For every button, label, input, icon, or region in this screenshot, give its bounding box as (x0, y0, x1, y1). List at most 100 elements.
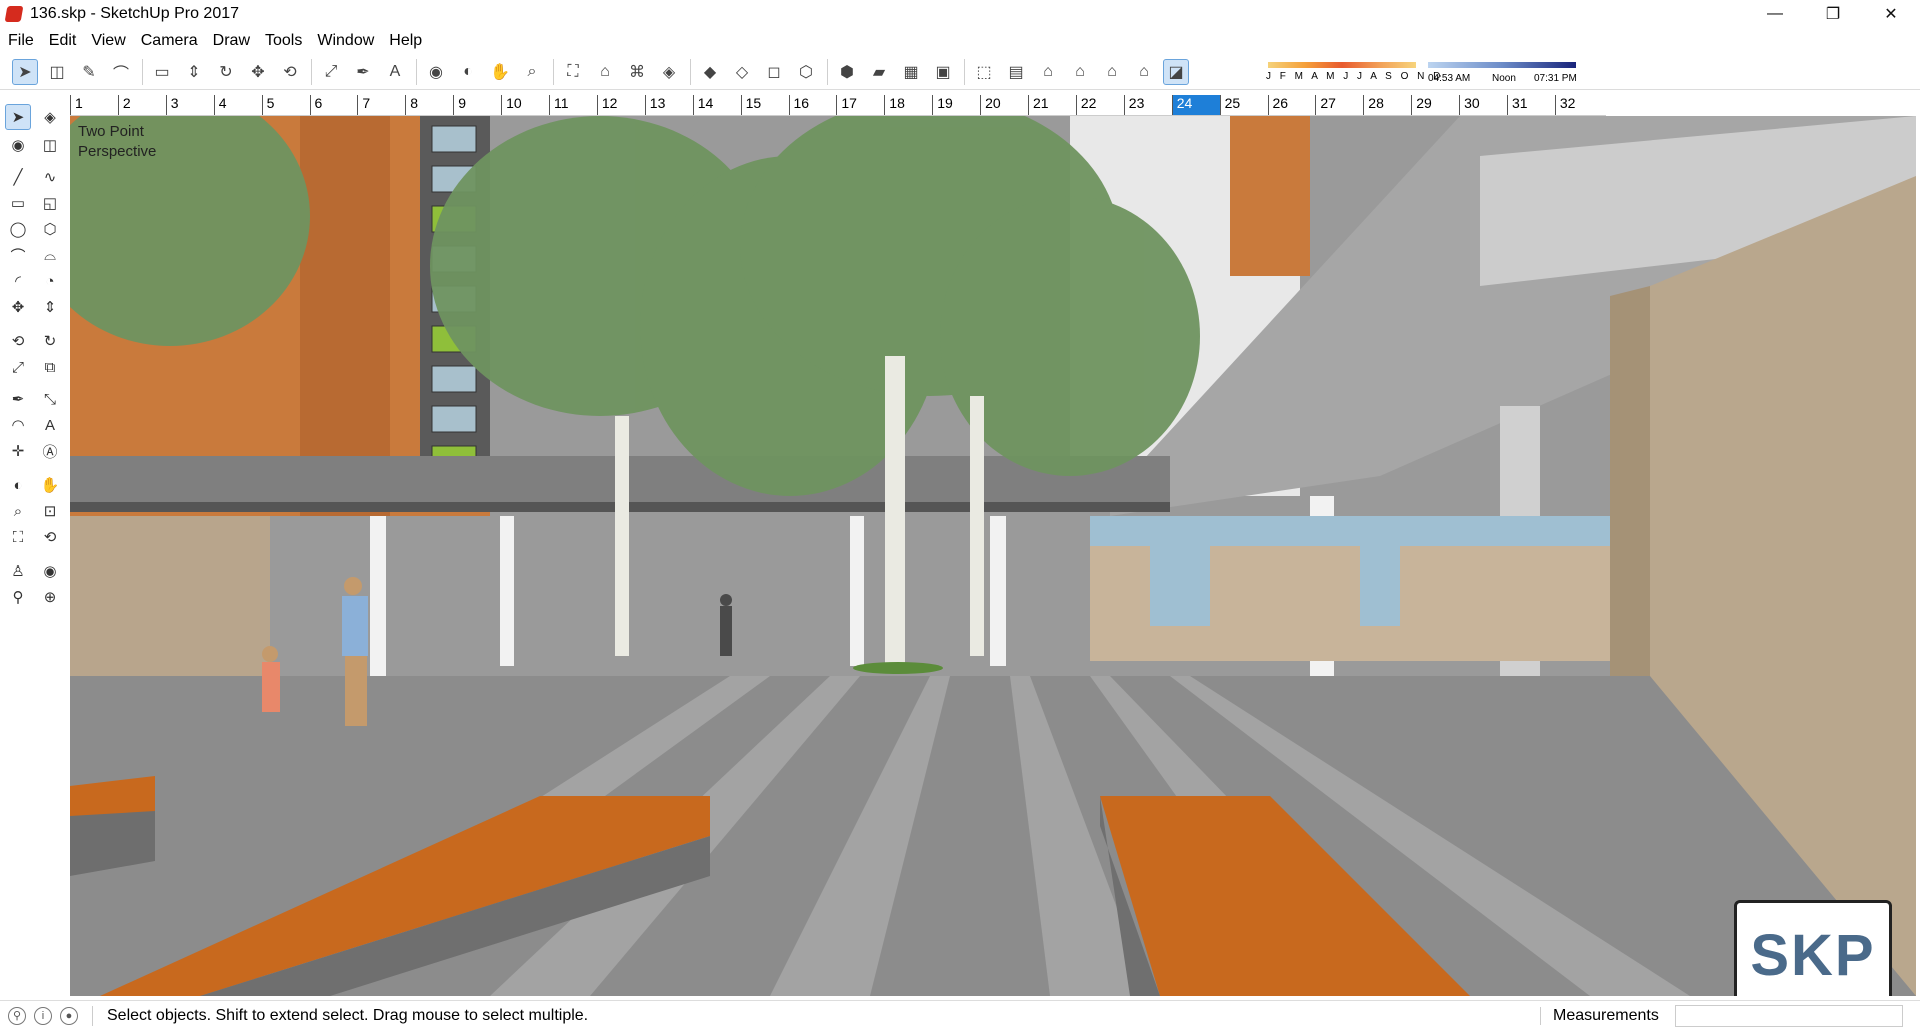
menu-window[interactable]: Window (317, 30, 374, 52)
paint-bucket-icon[interactable]: ◉ (423, 59, 449, 85)
ruler-tab-24[interactable]: 24 (1171, 95, 1220, 115)
axes-icon[interactable]: ✛ (5, 438, 31, 464)
xray-icon[interactable]: ◇ (729, 59, 755, 85)
model-viewport[interactable]: Two Point Perspective SKP (70, 116, 1916, 996)
ruler-tab-18[interactable]: 18 (884, 95, 932, 115)
ruler-tab-1[interactable]: 1 (70, 95, 118, 115)
pan-icon[interactable]: ✋ (487, 59, 513, 85)
iso-view-icon[interactable]: ⬚ (971, 59, 997, 85)
rotated-rectangle-icon[interactable]: ◱ (37, 190, 63, 216)
ruler-tab-27[interactable]: 27 (1315, 95, 1363, 115)
arc-icon[interactable]: ⌒ (108, 59, 134, 85)
tape-measure-icon[interactable]: ✒ (5, 386, 31, 412)
minimize-button[interactable]: — (1746, 0, 1804, 28)
eraser-icon[interactable]: ◫ (44, 59, 70, 85)
ruler-tab-22[interactable]: 22 (1075, 95, 1124, 115)
hidden-line-icon[interactable]: ⬢ (834, 59, 860, 85)
freehand-icon[interactable]: ∿ (37, 164, 63, 190)
zoom-icon[interactable]: ⌕ (519, 59, 545, 85)
ruler-tab-10[interactable]: 10 (501, 95, 549, 115)
front-view-icon[interactable]: ⌂ (1035, 59, 1061, 85)
shaded-icon[interactable]: ▰ (866, 59, 892, 85)
zoom-icon[interactable]: ⌕ (5, 498, 31, 524)
ruler-tab-12[interactable]: 12 (596, 95, 645, 115)
ruler-tab-3[interactable]: 3 (165, 95, 214, 115)
model-scene[interactable] (70, 116, 1916, 996)
line-icon[interactable]: ╱ (5, 164, 31, 190)
extension-warehouse-icon[interactable]: ⌘ (624, 59, 650, 85)
zoom-extents-icon[interactable]: ⛶ (5, 524, 31, 550)
ruler-tab-5[interactable]: 5 (261, 95, 310, 115)
pie-icon[interactable]: ◔ (37, 268, 63, 294)
dimension-icon[interactable]: ⤡ (37, 386, 63, 412)
select-icon[interactable]: ➤ (5, 104, 31, 130)
ruler-tab-14[interactable]: 14 (692, 95, 741, 115)
wireframe-icon[interactable]: ⬡ (793, 59, 819, 85)
left-view-icon[interactable]: ⌂ (1131, 59, 1157, 85)
follow-me-icon[interactable]: ↻ (213, 59, 239, 85)
push-pull-icon[interactable]: ⇕ (181, 59, 207, 85)
rotate-icon[interactable]: ⟲ (277, 59, 303, 85)
ruler-tab-20[interactable]: 20 (980, 95, 1028, 115)
eraser-icon[interactable]: ◫ (37, 132, 63, 158)
zoom-extents-icon[interactable]: ⛶ (560, 59, 586, 85)
ruler-tab-6[interactable]: 6 (309, 95, 358, 115)
tape-measure-icon[interactable]: ✒ (350, 59, 376, 85)
maximize-button[interactable]: ❐ (1804, 0, 1862, 28)
ruler-tab-11[interactable]: 11 (549, 95, 597, 115)
arc-icon[interactable]: ⌒ (5, 242, 31, 268)
menu-help[interactable]: Help (389, 30, 422, 52)
menu-tools[interactable]: Tools (265, 30, 302, 52)
back-view-icon[interactable]: ⌂ (1099, 59, 1125, 85)
time-slider[interactable] (1428, 62, 1576, 68)
geo-location-icon[interactable]: ⚲ (8, 1006, 26, 1025)
push-pull-icon[interactable]: ⇕ (37, 294, 63, 320)
shadows-icon[interactable]: ◪ (1163, 58, 1189, 85)
back-edges-icon[interactable]: ◻ (761, 59, 787, 85)
ruler-tab-25[interactable]: 25 (1219, 95, 1268, 115)
menu-edit[interactable]: Edit (49, 30, 77, 52)
monochrome-icon[interactable]: ▣ (930, 59, 956, 85)
protractor-icon[interactable]: ◠ (5, 412, 31, 438)
rotate-icon[interactable]: ⟲ (5, 328, 31, 354)
ruler-tab-32[interactable]: 32 (1554, 95, 1603, 115)
ruler-tab-2[interactable]: 2 (117, 95, 166, 115)
position-camera-icon[interactable]: ♙ (5, 558, 31, 584)
menu-draw[interactable]: Draw (213, 30, 250, 52)
warehouse-icon[interactable]: ⌂ (592, 59, 618, 85)
walk-icon[interactable]: ⚲ (5, 584, 31, 610)
ruler-tab-26[interactable]: 26 (1267, 95, 1316, 115)
shaded-textures-icon[interactable]: ▦ (898, 59, 924, 85)
rectangle-icon[interactable]: ▭ (149, 59, 175, 85)
date-slider[interactable] (1268, 62, 1416, 68)
move-icon[interactable]: ✥ (245, 59, 271, 85)
ruler-tab-7[interactable]: 7 (357, 95, 405, 115)
section-plane-icon[interactable]: ⊕ (37, 584, 63, 610)
offset-icon[interactable]: ⧉ (37, 354, 63, 380)
menu-view[interactable]: View (91, 30, 125, 52)
three-point-arc-icon[interactable]: ◜ (5, 268, 31, 294)
move-icon[interactable]: ✥ (5, 294, 31, 320)
user-icon[interactable]: ● (60, 1006, 78, 1025)
polygon-icon[interactable]: ⬡ (37, 216, 63, 242)
scale-icon[interactable]: ⤢ (318, 59, 344, 85)
ruler-tab-28[interactable]: 28 (1363, 95, 1411, 115)
follow-me-icon[interactable]: ↻ (37, 328, 63, 354)
rectangle-icon[interactable]: ▭ (5, 190, 31, 216)
credits-icon[interactable]: i (34, 1006, 52, 1025)
ruler-tab-9[interactable]: 9 (453, 95, 501, 115)
select-icon[interactable]: ➤ (12, 58, 38, 85)
top-view-icon[interactable]: ▤ (1003, 59, 1029, 85)
two-point-arc-icon[interactable]: ⌓ (37, 242, 63, 268)
ruler-tab-15[interactable]: 15 (740, 95, 789, 115)
pan-icon[interactable]: ✋ (37, 472, 63, 498)
ruby-icon[interactable]: ◆ (697, 59, 723, 85)
menu-camera[interactable]: Camera (141, 30, 198, 52)
ruler-tab-31[interactable]: 31 (1507, 95, 1555, 115)
ruler-tab-29[interactable]: 29 (1411, 95, 1459, 115)
menu-file[interactable]: File (8, 30, 34, 52)
pencil-icon[interactable]: ✎ (76, 59, 102, 85)
paint-bucket-icon[interactable]: ◉ (5, 132, 31, 158)
ruler-tab-19[interactable]: 19 (932, 95, 980, 115)
ruler-tab-17[interactable]: 17 (836, 95, 884, 115)
